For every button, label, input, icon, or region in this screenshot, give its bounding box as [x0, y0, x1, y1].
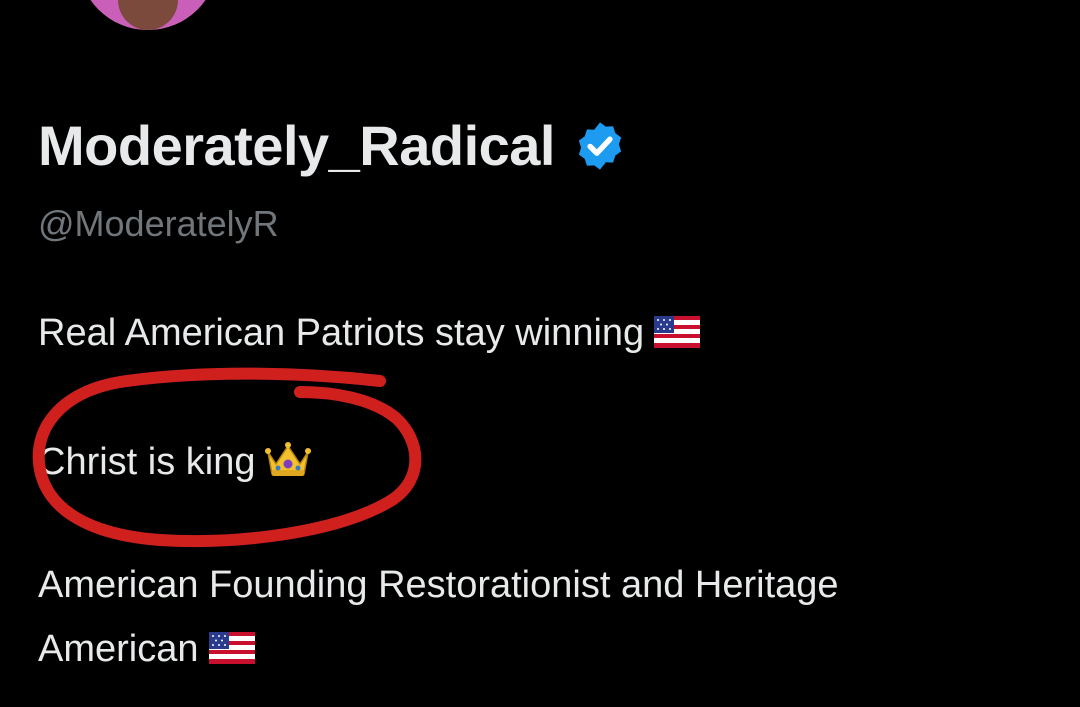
crown-icon [264, 440, 312, 480]
us-flag-icon [208, 632, 255, 664]
verified-badge-icon[interactable] [573, 119, 627, 173]
us-flag-icon [654, 316, 701, 348]
bio-text: American [38, 628, 199, 670]
user-handle: @ModeratelyR [38, 203, 279, 244]
avatar[interactable] [78, 0, 218, 30]
bio-text: Christ is king [38, 441, 256, 483]
profile-name-row: Moderately_Radical [38, 118, 627, 174]
bio-text: Real American Patriots stay winning [38, 312, 645, 354]
bio-line: American Founding Restorationist and Her… [38, 564, 839, 606]
display-name: Moderately_Radical [38, 114, 555, 177]
bio-line: Real American Patriots stay winning [38, 312, 701, 354]
bio-line: American [38, 630, 255, 668]
bio-line: Christ is king [38, 440, 312, 481]
